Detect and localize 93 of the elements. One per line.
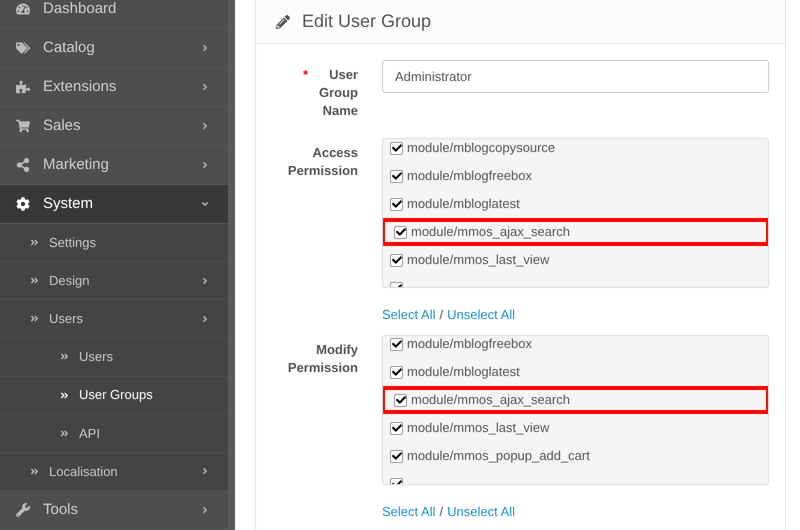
panel-title: Edit User Group: [302, 10, 432, 33]
checklist-label: module/mmos_ajax_search: [411, 391, 570, 410]
checklist-box[interactable]: module/mblogcopysource module/mblogfreebox module/mbloglatest module/mmos_ajax_search module/mmos_last_view: [382, 138, 769, 288]
field-label: User Group Name: [318, 66, 358, 120]
sidebar-item[interactable]: Dashboard: [0, 0, 228, 29]
unselect-all-link[interactable]: Unselect All: [447, 504, 516, 520]
checkbox[interactable]: [390, 142, 403, 154]
sidebar-label: API: [79, 424, 100, 443]
check-icon: [396, 395, 406, 405]
select-all-link[interactable]: Select All: [382, 504, 436, 520]
checklist-item[interactable]: module/mmos_last_view: [383, 414, 768, 442]
share-icon: [16, 158, 30, 172]
cart-icon: [16, 119, 30, 133]
checkbox[interactable]: [390, 198, 403, 210]
checkbox[interactable]: [390, 254, 403, 266]
checklist-label: module/mmos_last_view: [407, 251, 550, 270]
double-chevron-icon: [30, 466, 39, 476]
checkbox[interactable]: [394, 226, 407, 238]
checkbox[interactable]: [390, 450, 403, 462]
pencil-icon: [276, 14, 290, 28]
checklist-item[interactable]: module/mblogfreebox: [383, 336, 768, 358]
checkbox[interactable]: [390, 170, 403, 182]
checklist-label: module/mblogfreebox: [407, 167, 532, 186]
checkbox[interactable]: [390, 338, 403, 350]
check-icon: [392, 199, 402, 209]
checklist-label: module/mbloglatest: [407, 195, 520, 214]
double-chevron-icon: [60, 390, 69, 400]
field-label: Access Permission: [286, 144, 358, 180]
checklist-label: module/mblogfreebox: [407, 336, 532, 354]
double-chevron-icon: [30, 314, 39, 324]
double-chevron-icon: [60, 428, 69, 438]
sidebar-item[interactable]: Tools: [0, 490, 228, 530]
checkbox[interactable]: [390, 366, 403, 378]
checkbox[interactable]: [394, 394, 407, 406]
gauge-icon: [16, 2, 30, 16]
double-chevron-icon: [30, 276, 39, 286]
unselect-all-link[interactable]: Unselect All: [447, 307, 516, 323]
sidebar-label: Dashboard: [43, 0, 116, 19]
sidebar-label: User Groups: [79, 386, 153, 404]
sidebar-label: Tools: [43, 500, 78, 520]
sidebar-item[interactable]: System: [0, 185, 228, 224]
check-icon: [392, 171, 402, 181]
scrollbar-track[interactable]: [228, 0, 235, 530]
sidebar-label: Users: [79, 348, 113, 366]
checklist-box[interactable]: module/mblogfreebox module/mbloglatest module/mmos_ajax_search module/mmos_last_view module/mmos_popup_add_cart: [382, 335, 769, 485]
field-label: Modify Permission: [286, 341, 358, 377]
sidebar-item[interactable]: API: [0, 414, 228, 453]
sidebar-label: Marketing: [43, 154, 109, 175]
checklist-item[interactable]: module/mmos_last_view: [383, 246, 768, 274]
required-mark: *: [302, 66, 308, 84]
checklist-label: module/mmos_popup_add_cart: [407, 447, 590, 466]
sidebar-label: Extensions: [43, 76, 116, 97]
checklist-item[interactable]: module/mblogfreebox: [383, 162, 768, 190]
check-icon: [392, 143, 402, 153]
checklist-item[interactable]: module/mmos_ajax_search: [383, 218, 768, 246]
sidebar-label: Catalog: [43, 38, 95, 58]
check-icon: [392, 423, 402, 433]
sidebar-item[interactable]: User Groups: [0, 376, 228, 415]
sidebar-item[interactable]: Marketing: [0, 146, 228, 185]
sidebar-label: System: [43, 194, 94, 214]
settings-icon: [16, 197, 30, 211]
sidebar-label: Localisation: [49, 462, 118, 481]
check-icon: [392, 255, 402, 265]
puzzle-icon: [16, 80, 30, 94]
double-chevron-icon: [30, 238, 39, 248]
check-icon: [392, 451, 402, 461]
sidebar-label: Settings: [49, 234, 96, 252]
double-chevron-icon: [60, 352, 69, 362]
checkbox[interactable]: [390, 422, 403, 434]
link-separator: /: [439, 504, 444, 520]
check-icon: [392, 339, 402, 349]
checklist-label: module/mmos_ajax_search: [411, 223, 570, 242]
sidebar-label: Sales: [43, 116, 81, 136]
checklist-label: module/mmos_last_view: [407, 419, 550, 438]
check-icon: [396, 227, 406, 237]
checklist-item[interactable]: module/mmos_ajax_search: [383, 386, 768, 414]
checklist-item[interactable]: module/mbloglatest: [383, 358, 768, 386]
text-field[interactable]: Administrator: [382, 60, 769, 93]
sidebar-item[interactable]: Catalog: [0, 29, 228, 68]
sidebar-item[interactable]: Extensions: [0, 68, 228, 107]
checklist-item[interactable]: module/mblogcopysource: [383, 139, 768, 162]
checklist-label: module/mblogcopysource: [407, 139, 556, 158]
tag-icon: [16, 41, 30, 55]
checklist-item[interactable]: module/mmos_popup_add_cart: [383, 442, 768, 470]
checklist-label: module/mbloglatest: [407, 363, 520, 382]
wrench-icon: [16, 502, 30, 517]
check-icon: [392, 367, 402, 377]
checklist-item[interactable]: module/mbloglatest: [383, 190, 768, 218]
sidebar-label: Users: [49, 310, 83, 328]
sidebar-label: Design: [49, 272, 90, 290]
link-separator: /: [439, 307, 444, 323]
select-all-link[interactable]: Select All: [382, 307, 436, 323]
sidebar-item[interactable]: Sales: [0, 107, 228, 146]
